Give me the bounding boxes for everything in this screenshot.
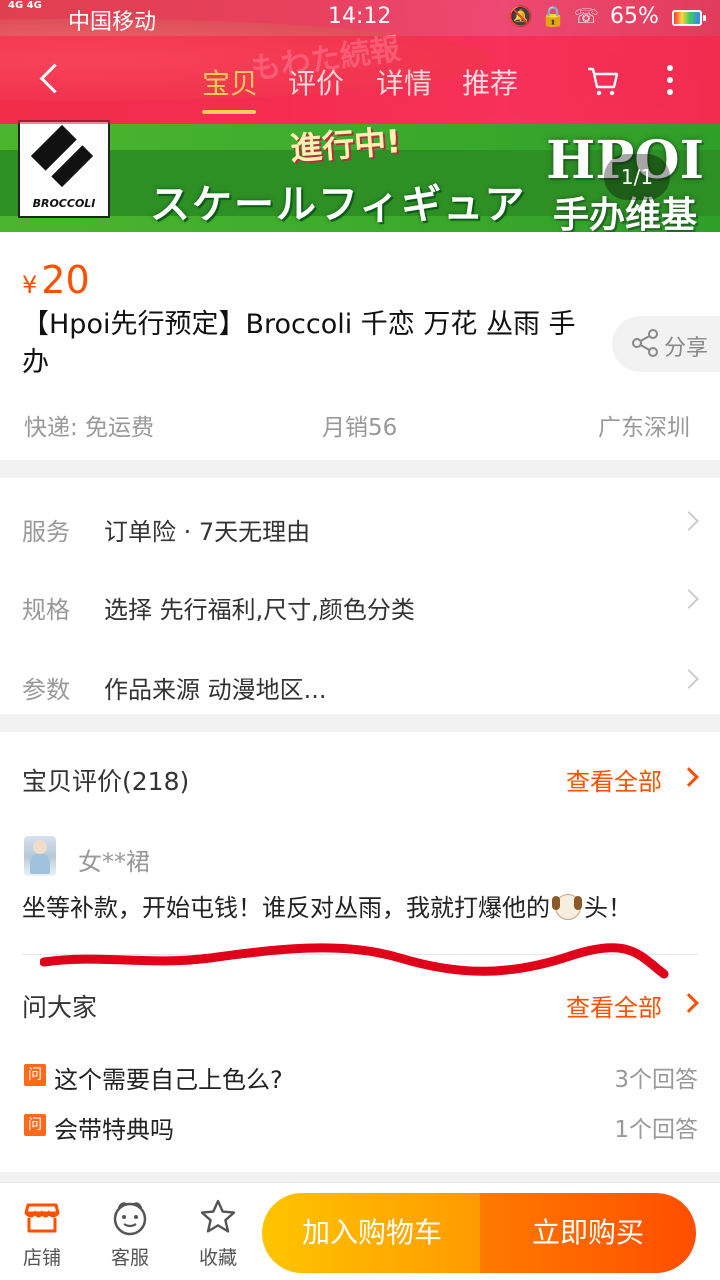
price-amount: 20 bbox=[41, 258, 90, 302]
qa-question: 这个需要自己上色么? bbox=[54, 1066, 283, 1094]
image-page-indicator: 1/1 bbox=[604, 154, 670, 200]
ship-from-location: 广东深圳 bbox=[598, 415, 690, 441]
product-info-card: ¥20 【Hpoi先行预定】Broccoli 千恋 万花 丛雨 手办 分享 快递… bbox=[0, 232, 720, 460]
share-button[interactable]: 分享 bbox=[612, 316, 720, 372]
tab-recommend[interactable]: 推荐 bbox=[462, 62, 518, 102]
product-title: 【Hpoi先行预定】Broccoli 千恋 万花 丛雨 手办 bbox=[22, 309, 576, 378]
review-text-main: 坐等补款，开始屯钱！谁反对丛雨，我就打爆他的 bbox=[22, 894, 550, 922]
customer-service-icon bbox=[113, 1202, 147, 1236]
red-scribble-annotation bbox=[40, 943, 669, 979]
spec-row-variant[interactable]: 规格 选择 先行福利,尺寸,颜色分类 bbox=[0, 562, 720, 640]
monthly-sales: 月销56 bbox=[322, 415, 398, 441]
battery-percent: 65% bbox=[610, 4, 659, 29]
active-tab-underline bbox=[202, 110, 256, 114]
back-arrow-icon[interactable] bbox=[36, 60, 68, 100]
review-text[interactable]: 坐等补款，开始屯钱！谁反对丛雨，我就打爆他的 头！ bbox=[22, 888, 632, 923]
network-indicator: 4G 4G bbox=[8, 0, 42, 11]
spec-label: 参数 bbox=[22, 676, 70, 704]
question-badge-icon: 问 bbox=[24, 1114, 46, 1136]
more-options-icon[interactable] bbox=[660, 60, 680, 100]
top-navigation: 宝贝 评价 详情 推荐 bbox=[0, 36, 720, 124]
status-bar: 4G 4G 中国移动 14:12 🔕🔒☏ 65% bbox=[0, 0, 720, 36]
share-label: 分享 bbox=[664, 336, 709, 361]
spec-value: 作品来源 动漫地区... bbox=[104, 676, 327, 704]
add-to-cart-button[interactable]: 加入购物车 bbox=[262, 1193, 482, 1273]
shop-button[interactable]: 店铺 bbox=[12, 1197, 72, 1270]
bottom-action-bar: 店铺 客服 收藏 加入购物车 立即购买 bbox=[0, 1182, 720, 1280]
product-price: ¥20 bbox=[22, 258, 90, 302]
qa-item[interactable]: 问 这个需要自己上色么? 3个回答 bbox=[22, 1060, 698, 1100]
review-text-end: 头！ bbox=[584, 894, 632, 922]
specs-card: 服务 订单险 · 7天无理由 规格 选择 先行福利,尺寸,颜色分类 参数 作品来… bbox=[0, 478, 720, 714]
shop-label: 店铺 bbox=[22, 1247, 61, 1269]
bell-mute-icon: 🔕 bbox=[508, 4, 541, 28]
buy-now-button[interactable]: 立即购买 bbox=[480, 1193, 696, 1273]
customer-service-label: 客服 bbox=[110, 1247, 149, 1269]
carrier-name: 中国移动 bbox=[68, 10, 157, 35]
customer-service-button[interactable]: 客服 bbox=[100, 1197, 160, 1270]
chevron-right-icon bbox=[679, 669, 699, 689]
chevron-right-icon bbox=[679, 511, 699, 531]
broccoli-logo: BROCCOLI bbox=[18, 120, 110, 218]
hd-call-icon: ☏ bbox=[573, 4, 607, 28]
tab-details[interactable]: 详情 bbox=[376, 62, 432, 102]
status-time: 14:12 bbox=[328, 4, 392, 29]
chevron-right-icon bbox=[679, 767, 699, 787]
banner-deco-text: 進行中! bbox=[288, 122, 402, 168]
qa-answer-count: 3个回答 bbox=[614, 1067, 698, 1093]
lock-icon: 🔒 bbox=[540, 4, 574, 28]
avatar bbox=[24, 836, 56, 876]
currency-symbol: ¥ bbox=[22, 271, 38, 299]
star-icon bbox=[200, 1199, 236, 1233]
tab-item[interactable]: 宝贝 bbox=[202, 62, 258, 102]
dog-face-icon bbox=[552, 892, 582, 920]
question-badge-icon: 问 bbox=[24, 1064, 46, 1086]
qa-view-all-link[interactable]: 查看全部 bbox=[566, 988, 662, 1023]
broccoli-logo-text: BROCCOLI bbox=[32, 197, 96, 210]
chevron-right-icon bbox=[679, 589, 699, 609]
shop-icon bbox=[24, 1203, 60, 1233]
spec-label: 服务 bbox=[22, 518, 70, 546]
qa-question: 会带特典吗 bbox=[54, 1116, 174, 1144]
tab-reviews[interactable]: 评价 bbox=[288, 62, 344, 102]
shipping-info: 快递: 免运费 bbox=[24, 415, 155, 441]
broccoli-logo-mark-icon bbox=[34, 128, 94, 188]
reviews-view-all-link[interactable]: 查看全部 bbox=[566, 762, 662, 797]
spec-row-params[interactable]: 参数 作品来源 动漫地区... bbox=[0, 642, 720, 720]
cart-icon[interactable] bbox=[586, 64, 620, 98]
reviews-title: 宝贝评价(218) bbox=[22, 767, 190, 796]
qa-item[interactable]: 问 会带特典吗 1个回答 bbox=[22, 1110, 698, 1150]
qa-title: 问大家 bbox=[22, 993, 98, 1022]
qa-answer-count: 1个回答 bbox=[614, 1117, 698, 1143]
favorite-label: 收藏 bbox=[198, 1247, 237, 1269]
reviewer-name: 女**裙 bbox=[78, 848, 150, 876]
reviews-card: 宝贝评价(218) 查看全部 女**裙 坐等补款，开始屯钱！谁反对丛雨，我就打爆… bbox=[0, 732, 720, 1172]
battery-icon bbox=[672, 10, 706, 26]
banner-headline: スケールフィギュア bbox=[150, 182, 527, 228]
share-icon bbox=[632, 329, 658, 357]
spec-value: 订单险 · 7天无理由 bbox=[104, 518, 311, 546]
spec-row-service[interactable]: 服务 订单险 · 7天无理由 bbox=[0, 484, 720, 562]
favorite-button[interactable]: 收藏 bbox=[188, 1197, 248, 1270]
status-icons: 🔕🔒☏ bbox=[508, 4, 607, 28]
chevron-right-icon bbox=[679, 993, 699, 1013]
spec-label: 规格 bbox=[22, 596, 70, 624]
spec-value: 选择 先行福利,尺寸,颜色分类 bbox=[104, 596, 415, 624]
